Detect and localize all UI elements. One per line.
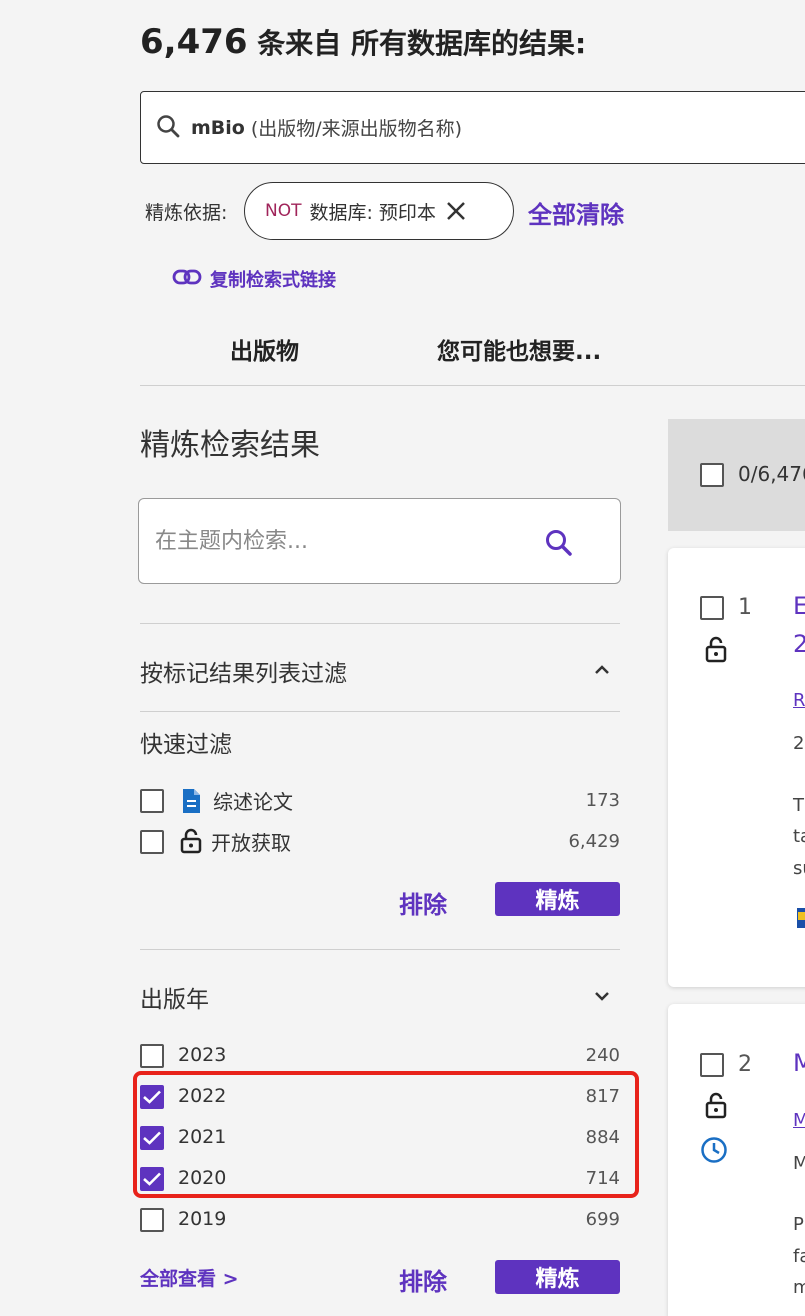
year-2023-checkbox[interactable] xyxy=(140,1044,164,1068)
result-checkbox[interactable] xyxy=(700,1053,724,1077)
result-card xyxy=(668,1004,805,1316)
highlight-annotation xyxy=(133,1071,639,1198)
open-access-label: 开放获取 xyxy=(211,831,291,855)
chip-text: 数据库: 预印本 xyxy=(309,201,436,224)
clear-all-button[interactable]: 全部清除 xyxy=(528,195,624,230)
result-abstract-line: m xyxy=(793,1277,805,1298)
tab-publications[interactable]: 出版物 xyxy=(230,332,299,366)
search-icon[interactable] xyxy=(543,527,575,563)
refine-results-title: 精炼检索结果 xyxy=(140,428,320,463)
chevron-down-icon[interactable] xyxy=(592,988,612,1008)
copy-link-label: 复制检索式链接 xyxy=(210,270,336,291)
topic-search-field[interactable] xyxy=(138,498,621,584)
unlock-icon xyxy=(704,635,728,667)
tab-you-may-also-like[interactable]: 您可能也想要... xyxy=(437,332,601,366)
unlock-icon xyxy=(704,1091,728,1123)
unlock-icon xyxy=(180,828,202,858)
marked-list-filter-title: 按标记结果列表过滤 xyxy=(140,661,347,687)
topic-search-input[interactable] xyxy=(155,521,535,561)
refine-by-label: 精炼依据: xyxy=(145,202,228,224)
refine-button[interactable]: 精炼 xyxy=(495,1260,620,1294)
chip-not-label: NOT xyxy=(265,201,302,221)
exclude-button[interactable]: 排除 xyxy=(399,885,447,920)
see-all-link[interactable]: 全部查看 > xyxy=(140,1264,239,1291)
result-abstract-line: T xyxy=(793,795,804,816)
result-date: M xyxy=(793,1153,805,1174)
result-checkbox[interactable] xyxy=(700,596,724,620)
full-text-icon[interactable] xyxy=(797,908,805,932)
open-access-count: 6,429 xyxy=(568,831,620,852)
divider xyxy=(140,949,620,950)
divider xyxy=(140,711,620,712)
review-articles-label: 综述论文 xyxy=(213,790,293,814)
selection-count: 0/6,476 xyxy=(738,462,805,486)
year-label: 2023 xyxy=(178,1044,227,1066)
result-abstract-line: P xyxy=(793,1214,804,1235)
divider xyxy=(140,623,620,624)
result-abstract-line: fa xyxy=(793,1246,805,1267)
clock-icon xyxy=(700,1136,728,1168)
result-abstract-line: ta xyxy=(793,826,805,847)
year-count: 240 xyxy=(585,1045,620,1066)
query-term: mBio xyxy=(191,116,245,139)
publication-years-title: 出版年 xyxy=(140,987,209,1013)
year-label: 2019 xyxy=(178,1208,227,1230)
query-box[interactable]: mBio (出版物/来源出版物名称) xyxy=(140,91,805,164)
query-field: (出版物/来源出版物名称) xyxy=(250,118,463,140)
select-all-checkbox[interactable] xyxy=(700,463,724,487)
exclude-button[interactable]: 排除 xyxy=(399,1262,447,1297)
refine-button[interactable]: 精炼 xyxy=(495,882,620,916)
results-count-suffix: 条来自 所有数据库的结果: xyxy=(247,27,587,60)
result-title[interactable]: M xyxy=(793,1049,805,1077)
link-icon xyxy=(172,267,210,292)
result-abstract-line: su xyxy=(793,858,805,879)
year-2019-checkbox[interactable] xyxy=(140,1208,164,1232)
review-articles-count: 173 xyxy=(585,790,620,811)
result-author[interactable]: M xyxy=(793,1110,805,1131)
copy-query-link-button[interactable]: 复制检索式链接 xyxy=(172,266,336,292)
document-icon xyxy=(180,788,202,818)
divider xyxy=(140,385,805,386)
result-author[interactable]: R xyxy=(793,690,805,711)
result-number: 1 xyxy=(738,595,752,620)
filter-chip[interactable]: NOT 数据库: 预印本 xyxy=(244,182,514,240)
result-title[interactable]: E xyxy=(793,592,805,620)
close-icon[interactable] xyxy=(444,199,468,223)
quick-filter-title: 快速过滤 xyxy=(140,732,232,758)
review-articles-checkbox[interactable] xyxy=(140,789,164,813)
chevron-up-icon[interactable] xyxy=(592,661,612,681)
search-icon xyxy=(155,113,181,143)
result-date: 2( xyxy=(793,733,805,754)
result-title-line2[interactable]: 2 xyxy=(793,630,805,658)
results-count: 6,476 xyxy=(140,22,248,62)
open-access-checkbox[interactable] xyxy=(140,830,164,854)
result-card xyxy=(668,548,805,987)
results-count-heading: 6,476 条来自 所有数据库的结果: xyxy=(140,22,586,62)
year-count: 699 xyxy=(585,1209,620,1230)
result-number: 2 xyxy=(738,1052,752,1077)
